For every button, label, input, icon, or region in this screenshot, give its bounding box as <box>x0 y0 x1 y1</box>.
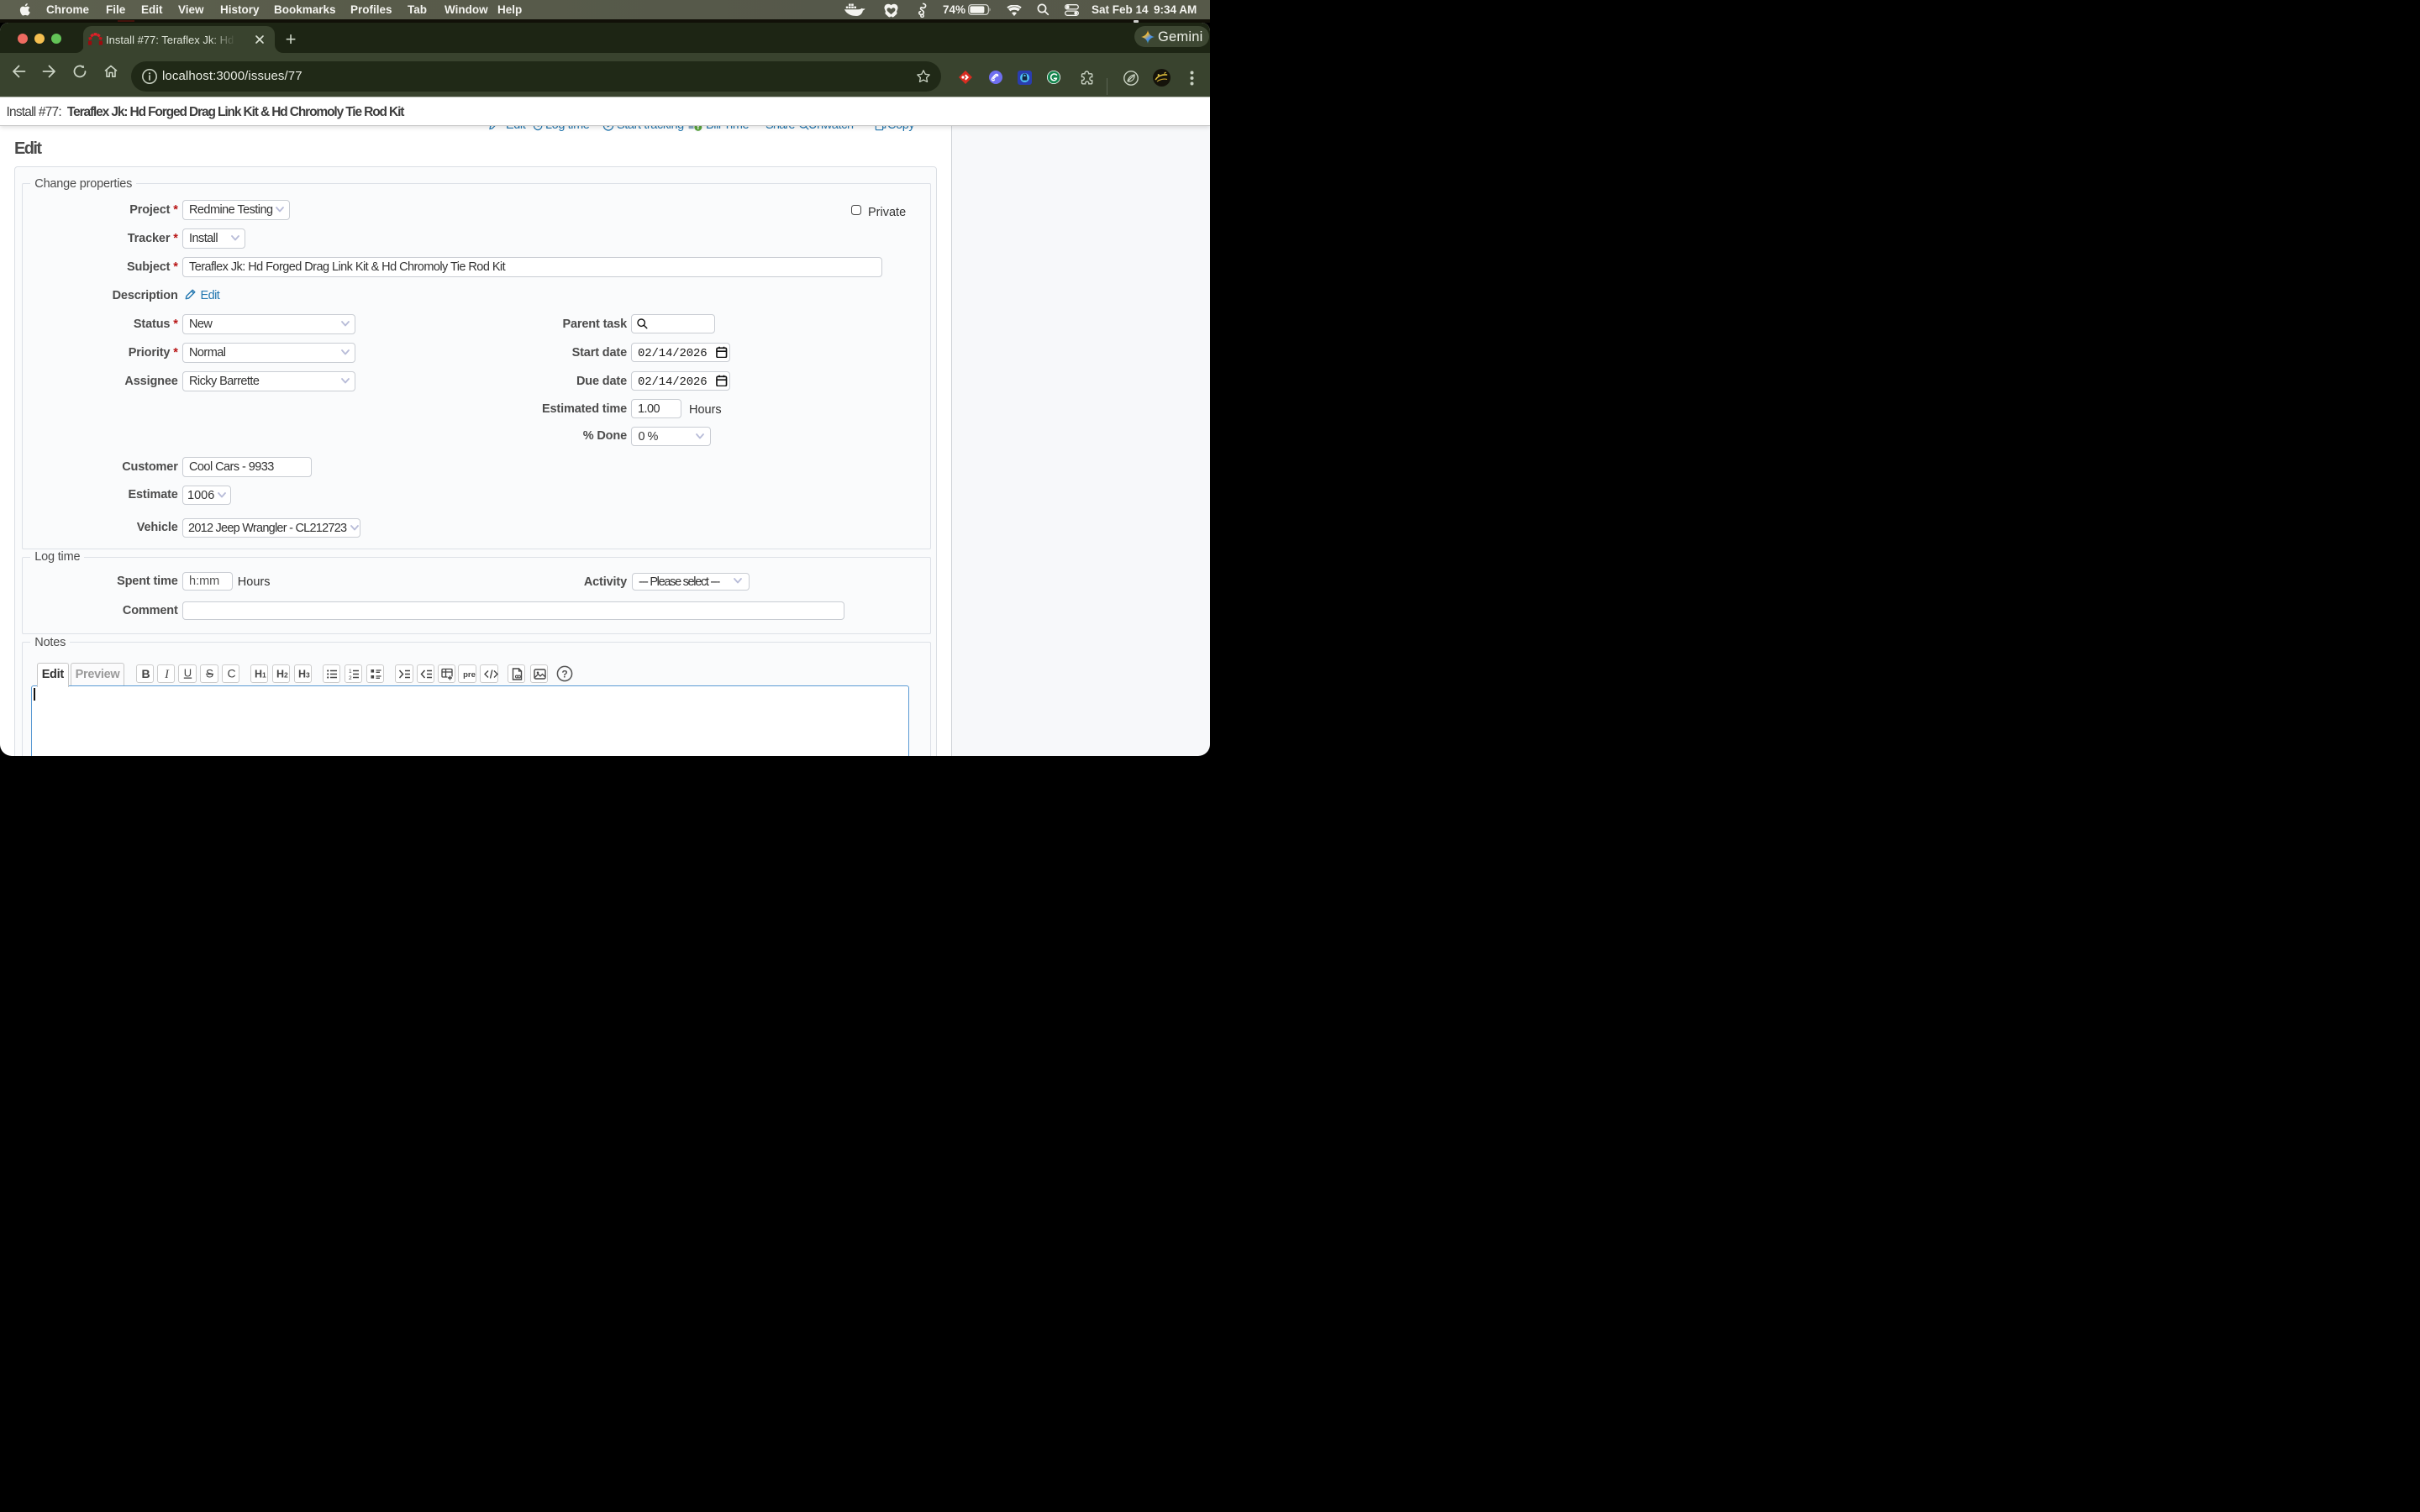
svg-text:1: 1 <box>262 671 266 680</box>
svg-text:2: 2 <box>284 671 288 680</box>
svg-text:3: 3 <box>306 671 310 680</box>
svg-text:1: 1 <box>349 669 352 675</box>
svg-text:U: U <box>184 667 192 680</box>
svg-text:2: 2 <box>349 675 352 681</box>
svg-text:H: H <box>255 669 262 680</box>
svg-text:I: I <box>164 668 170 681</box>
svg-text:B: B <box>141 667 150 680</box>
svg-text:S: S <box>206 668 213 680</box>
svg-text:H: H <box>276 669 284 680</box>
svg-text:C: C <box>228 667 236 680</box>
svg-text:pre: pre <box>463 670 476 680</box>
svg-text:H: H <box>298 669 306 680</box>
svg-text:?: ? <box>561 669 567 680</box>
